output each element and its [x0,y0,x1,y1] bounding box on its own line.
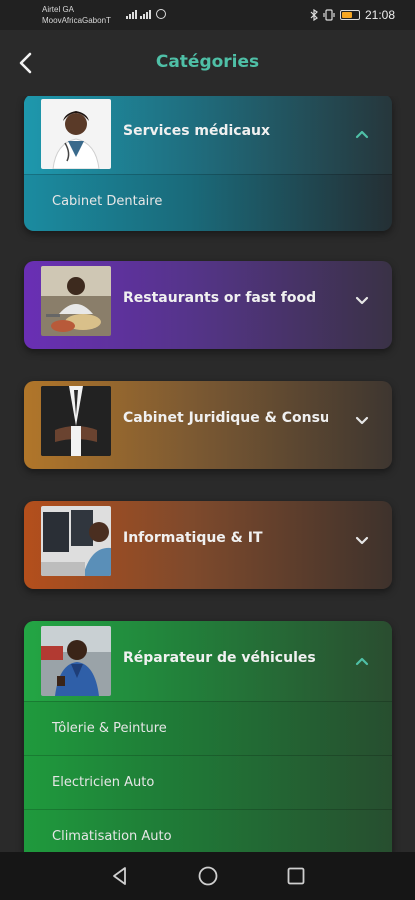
signal-icon [126,10,137,19]
chevron-down-icon[interactable] [354,413,370,429]
category-card-vehicles: Réparateur de véhicules Tôlerie & Peintu… [24,621,392,852]
chevron-up-icon[interactable] [354,126,370,142]
signal-icon [140,10,151,19]
category-label: Services médicaux [123,123,271,139]
category-header-it[interactable]: Informatique & IT [24,501,392,581]
subcategory-item[interactable]: Climatisation Auto [24,809,392,852]
category-image-it [41,506,111,576]
category-label: Cabinet Juridique & Consulting [123,410,328,426]
category-image-restaurants [41,266,111,336]
category-label: Informatique & IT [123,530,263,546]
whatsapp-icon [156,9,166,19]
category-label: Réparateur de véhicules [123,650,316,666]
app-header: Catégories [0,30,415,96]
status-bar: Airtel GA MoovAfricaGabonT 21:08 [0,0,415,30]
chevron-up-icon[interactable] [354,653,370,669]
category-header-restaurants[interactable]: Restaurants or fast food [24,261,392,341]
battery-icon [339,10,360,20]
bluetooth-icon [310,9,318,21]
category-card-it: Informatique & IT [24,501,392,589]
category-header-vehicles[interactable]: Réparateur de véhicules [24,621,392,701]
triangle-back-icon[interactable] [109,865,131,887]
category-image-medical [41,99,111,169]
subcategory-item[interactable]: Electricien Auto [24,755,392,809]
carrier-secondary: MoovAfricaGabonT [42,16,111,25]
category-card-legal: Cabinet Juridique & Consulting [24,381,392,469]
chevron-down-icon[interactable] [354,293,370,309]
category-header-legal[interactable]: Cabinet Juridique & Consulting [24,381,392,461]
category-card-medical: Services médicaux Cabinet Dentaire [24,96,392,231]
status-time: 21:08 [364,8,395,22]
category-list[interactable]: Services médicaux Cabinet Dentaire Resta… [0,96,415,852]
carrier-info: Airtel GA MoovAfricaGabonT [42,4,111,26]
signal-group [126,9,166,19]
square-recents-icon[interactable] [285,865,307,887]
category-label: Restaurants or fast food [123,290,317,306]
status-right: 21:08 [310,8,395,22]
system-nav-bar [0,852,415,900]
vibrate-icon [323,9,335,21]
carrier-primary: Airtel GA [42,5,75,14]
category-header-medical[interactable]: Services médicaux [24,96,392,174]
category-image-legal [41,386,111,456]
subcategory-item[interactable]: Cabinet Dentaire [24,174,392,228]
circle-home-icon[interactable] [197,865,219,887]
subcategory-item[interactable]: Tôlerie & Peinture [24,701,392,755]
category-image-vehicles [41,626,111,696]
chevron-down-icon[interactable] [354,533,370,549]
category-card-restaurants: Restaurants or fast food [24,261,392,349]
page-title: Catégories [155,52,260,72]
